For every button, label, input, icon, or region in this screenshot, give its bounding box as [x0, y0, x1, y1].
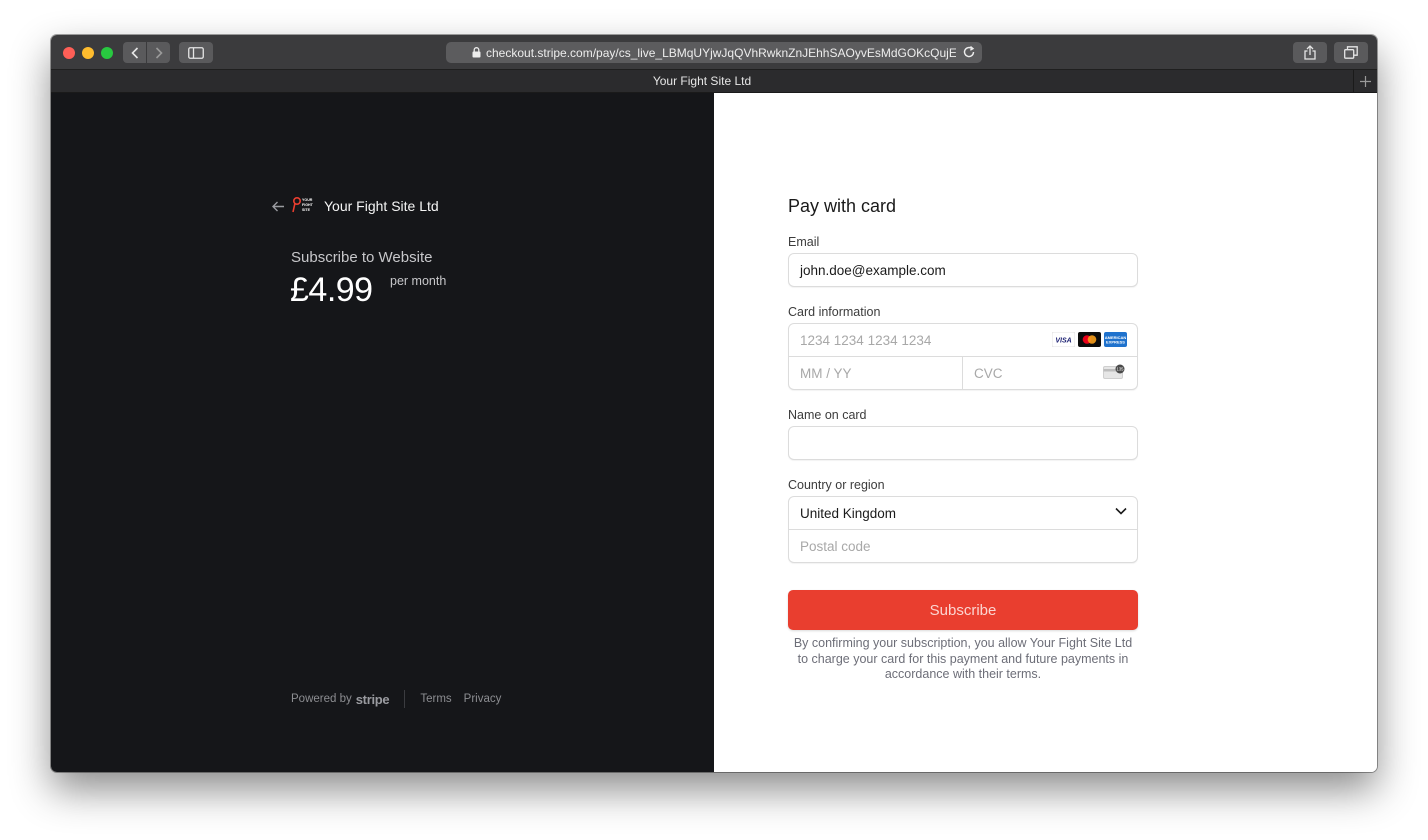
svg-text:VISA: VISA — [1055, 338, 1071, 345]
form-title: Pay with card — [788, 196, 897, 216]
forward-button[interactable] — [146, 42, 170, 63]
reload-icon[interactable] — [962, 45, 976, 59]
name-on-card-label: Name on card — [788, 408, 867, 422]
powered-by-label: Powered by — [291, 693, 352, 705]
card-information-label: Card information — [788, 305, 881, 319]
postal-code-placeholder: Postal code — [800, 539, 871, 554]
url-text: checkout.stripe.com/pay/cs_live_LBMqUYjw… — [486, 45, 956, 60]
back-to-merchant-button[interactable] — [270, 198, 286, 214]
address-bar[interactable]: checkout.stripe.com/pay/cs_live_LBMqUYjw… — [446, 42, 982, 63]
cvc-placeholder: CVC — [974, 366, 1003, 381]
cvc-card-icon: 135 — [1103, 364, 1125, 379]
arrow-left-icon — [271, 201, 284, 211]
sidebar-icon — [188, 46, 204, 59]
stripe-logo: stripe — [355, 691, 390, 707]
browser-toolbar: checkout.stripe.com/pay/cs_live_LBMqUYjw… — [51, 35, 1377, 70]
share-icon — [1304, 45, 1316, 60]
subscribe-button[interactable]: Subscribe — [788, 590, 1138, 630]
svg-text:YOUR: YOUR — [302, 198, 313, 202]
email-field[interactable]: john.doe@example.com — [788, 253, 1138, 287]
expiry-placeholder: MM / YY — [800, 366, 852, 381]
american-express-icon: AMERICANEXPRESS — [1104, 332, 1127, 347]
tab-active[interactable]: Your Fight Site Ltd — [51, 70, 1353, 93]
country-label: Country or region — [788, 478, 885, 492]
email-value: john.doe@example.com — [800, 263, 946, 278]
svg-text:SITE: SITE — [302, 208, 311, 212]
product-name: Subscribe to Website — [291, 249, 433, 266]
billing-address-group: United Kingdom Postal code — [788, 496, 1138, 563]
terms-link[interactable]: Terms — [420, 693, 451, 705]
email-label: Email — [788, 235, 820, 249]
chevron-left-icon — [130, 46, 138, 59]
payment-form-pane: Pay with card Email john.doe@example.com… — [714, 93, 1377, 772]
card-brands: VISA AMERICAN EXPRESS — [1052, 332, 1127, 347]
checkout-footer: Powered by stripe Terms Privacy — [291, 690, 513, 708]
svg-text:EXPRESS: EXPRESS — [1106, 340, 1125, 345]
chevron-right-icon — [155, 46, 163, 59]
card-information-group: 1234 1234 1234 1234 VISA AMERICAN EXPRESS… — [788, 323, 1138, 390]
tabs-overview-icon — [1344, 46, 1358, 59]
footer-divider — [404, 690, 406, 708]
powered-by-stripe[interactable]: Powered by stripe — [291, 691, 390, 707]
back-button[interactable] — [123, 42, 146, 63]
tab-bar: Your Fight Site Ltd — [51, 70, 1377, 93]
privacy-link[interactable]: Privacy — [464, 693, 502, 705]
mastercard-icon — [1078, 332, 1101, 347]
card-cvc-field[interactable]: CVC 135 — [963, 357, 1137, 389]
minimize-window-button[interactable] — [82, 47, 94, 59]
merchant-name: Your Fight Site Ltd — [324, 198, 439, 214]
close-window-button[interactable] — [63, 47, 75, 59]
show-tabs-button[interactable] — [1334, 42, 1368, 63]
zoom-window-button[interactable] — [101, 47, 113, 59]
name-on-card-field[interactable] — [788, 426, 1138, 460]
postal-code-field[interactable]: Postal code — [789, 530, 1137, 562]
new-tab-button[interactable] — [1353, 70, 1377, 93]
price-period: per month — [390, 274, 447, 288]
order-summary-pane: YOUR FIGHT SITE Your Fight Site Ltd Subs… — [51, 93, 714, 772]
product-price: £4.99 — [290, 271, 373, 309]
card-number-field[interactable]: 1234 1234 1234 1234 VISA AMERICAN EXPRESS — [789, 324, 1137, 357]
merchant-logo: YOUR FIGHT SITE — [292, 196, 316, 214]
share-button[interactable] — [1293, 42, 1327, 63]
navigation-buttons — [123, 42, 170, 63]
svg-text:135: 135 — [1117, 367, 1125, 372]
country-value: United Kingdom — [800, 506, 897, 521]
subscription-terms-text: By confirming your subscription, you all… — [793, 636, 1133, 681]
card-expiry-field[interactable]: MM / YY — [789, 357, 963, 389]
chevron-down-icon — [1115, 507, 1127, 515]
visa-icon: VISA — [1052, 332, 1075, 347]
lock-icon — [472, 47, 481, 58]
browser-window: checkout.stripe.com/pay/cs_live_LBMqUYjw… — [51, 35, 1377, 772]
plus-icon — [1360, 76, 1371, 87]
card-number-placeholder: 1234 1234 1234 1234 — [800, 333, 932, 348]
sidebar-toggle-button[interactable] — [179, 42, 213, 63]
country-select[interactable]: United Kingdom — [789, 497, 1137, 530]
svg-text:FIGHT: FIGHT — [302, 203, 314, 207]
